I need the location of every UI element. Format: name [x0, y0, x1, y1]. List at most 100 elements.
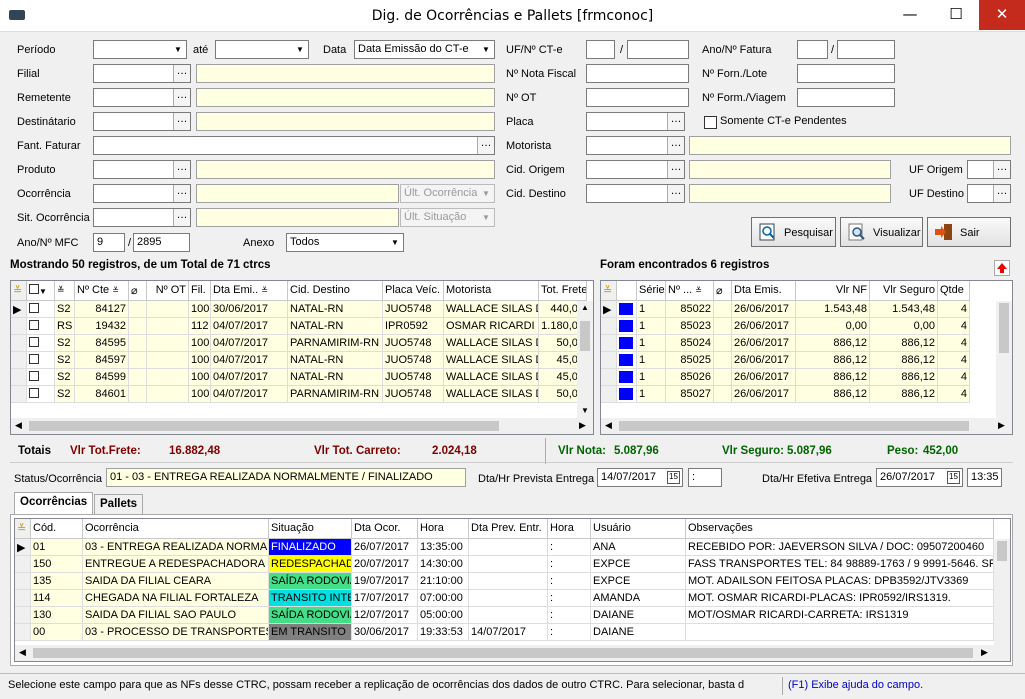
ctrc-grid[interactable]: ≚ ▼ ≚ Nº Cte ≚ ⌀ Nº OT Fil. Dta Emi.. ≚ … — [10, 280, 594, 435]
chevron-down-icon[interactable]: ▼ — [292, 41, 308, 58]
col-dta-prev[interactable]: Dta Prev. Entr. — [469, 519, 548, 539]
nota-fiscal-input[interactable] — [586, 64, 689, 83]
uf-origem-input[interactable]: … — [967, 160, 1011, 179]
col-dta-ocor[interactable]: Dta Ocor. — [352, 519, 418, 539]
scroll-left-icon[interactable]: ◀ — [605, 420, 612, 431]
row-checkbox[interactable] — [27, 386, 55, 403]
produto-code-input[interactable]: … — [93, 160, 191, 179]
ocorrencias-grid[interactable]: ≚ Cód. Ocorrência Situação Dta Ocor. Hor… — [14, 518, 1011, 662]
scroll-right-icon[interactable]: ▶ — [981, 647, 988, 658]
motorista-code-input[interactable]: … — [586, 136, 685, 155]
tab-pallets[interactable]: Pallets — [94, 494, 144, 514]
col-num[interactable]: Nº ... ≚ — [666, 281, 714, 301]
col-dta-emi[interactable]: Dta Emi.. ≚ — [211, 281, 288, 301]
ellipsis-icon[interactable]: … — [993, 185, 1010, 202]
ellipsis-icon[interactable]: … — [173, 161, 190, 178]
scroll-thumb[interactable] — [580, 321, 590, 351]
ot-input[interactable] — [586, 88, 689, 107]
uf-destino-input[interactable]: … — [967, 184, 1011, 203]
prevista-time-input[interactable]: : — [688, 468, 722, 487]
col-clip[interactable]: ⌀ — [714, 281, 732, 301]
calendar-icon[interactable]: 15 — [667, 471, 680, 484]
scroll-right-icon[interactable]: ▶ — [998, 420, 1005, 431]
col-motorista[interactable]: Motorista — [444, 281, 539, 301]
col-qtde[interactable]: Qtde — [938, 281, 970, 301]
right-grid-vscrollbar[interactable] — [996, 301, 1012, 418]
cte-pendentes-checkbox[interactable] — [704, 116, 717, 129]
chevron-down-icon[interactable]: ▼ — [478, 41, 494, 58]
fatura-num-input[interactable] — [837, 40, 895, 59]
ano-fatura-input[interactable] — [797, 40, 828, 59]
placa-input[interactable]: … — [586, 112, 685, 131]
row-checkbox[interactable] — [27, 318, 55, 335]
fant-faturar-input[interactable]: … — [93, 136, 495, 155]
scroll-down-icon[interactable]: ▼ — [581, 406, 589, 415]
ano-mfc-input[interactable]: 9 — [93, 233, 125, 252]
scroll-left-icon[interactable]: ◀ — [19, 647, 26, 658]
ellipsis-icon[interactable]: … — [667, 185, 684, 202]
collapse-up-button[interactable] — [994, 260, 1010, 276]
scroll-thumb[interactable] — [999, 303, 1009, 353]
grid-menu-icon[interactable]: ≚ — [601, 281, 617, 301]
forn-viagem-input[interactable] — [797, 88, 895, 107]
calendar-icon[interactable]: 15 — [947, 471, 960, 484]
col-placa[interactable]: Placa Veíc. — [383, 281, 444, 301]
data-type-combo[interactable]: Data Emissão do CT-e ▼ — [354, 40, 495, 59]
col-cid-destino[interactable]: Cid. Destino — [288, 281, 383, 301]
select-all-checkbox-header[interactable]: ▼ — [27, 281, 55, 301]
chevron-down-icon[interactable]: ▼ — [478, 209, 494, 226]
scroll-left-icon[interactable]: ◀ — [15, 420, 22, 431]
prevista-date-input[interactable]: 14/07/2017 15 — [597, 468, 683, 487]
col-clip[interactable]: ⌀ — [129, 281, 147, 301]
chevron-down-icon[interactable]: ▼ — [170, 41, 186, 58]
hscroll-thumb[interactable] — [619, 421, 969, 431]
ult-ocorrencia-combo[interactable]: Últ. Ocorrência ▼ — [400, 184, 495, 203]
ellipsis-icon[interactable]: … — [173, 113, 190, 130]
ellipsis-icon[interactable]: … — [993, 161, 1010, 178]
col-color[interactable] — [617, 281, 637, 301]
ellipsis-icon[interactable]: … — [173, 65, 190, 82]
occ-grid-vscrollbar[interactable] — [994, 539, 1010, 645]
mfc-num-input[interactable]: 2895 — [133, 233, 190, 252]
minimize-button[interactable]: — — [887, 0, 933, 30]
efetiva-date-input[interactable]: 26/07/2017 15 — [876, 468, 963, 487]
cte-num-input[interactable] — [627, 40, 689, 59]
destinatario-code-input[interactable]: … — [93, 112, 191, 131]
right-grid-hscrollbar[interactable]: ◀ ▶ — [601, 418, 1012, 434]
col-hora[interactable]: Hora — [418, 519, 469, 539]
ellipsis-icon[interactable]: … — [667, 113, 684, 130]
col-situacao[interactable]: Situação — [269, 519, 352, 539]
grid-menu-icon[interactable]: ≚ — [11, 281, 27, 301]
close-button[interactable]: ✕ — [979, 0, 1025, 30]
left-grid-vscrollbar[interactable]: ▲ ▼ — [577, 301, 593, 418]
nf-grid[interactable]: ≚ Série Nº ... ≚ ⌀ Dta Emis. Vlr NF Vlr … — [600, 280, 1013, 435]
uf-cte-input[interactable] — [586, 40, 615, 59]
remetente-code-input[interactable]: … — [93, 88, 191, 107]
col-cod[interactable]: Cód. — [31, 519, 83, 539]
periodo-start-combo[interactable]: ▼ — [93, 40, 187, 59]
row-checkbox[interactable] — [27, 301, 55, 318]
chevron-down-icon[interactable]: ▼ — [478, 185, 494, 202]
ocorrencia-code-input[interactable]: … — [93, 184, 191, 203]
scroll-right-icon[interactable]: ▶ — [579, 420, 586, 431]
ult-situacao-combo[interactable]: Últ. Situação ▼ — [400, 208, 495, 227]
col-hora-prev[interactable]: Hora — [548, 519, 591, 539]
efetiva-time-input[interactable]: 13:35 — [967, 468, 1002, 487]
anexo-combo[interactable]: Todos ▼ — [286, 233, 404, 252]
row-checkbox[interactable] — [27, 369, 55, 386]
tab-ocorrencias[interactable]: Ocorrências — [14, 492, 94, 515]
sit-ocorrencia-code-input[interactable]: … — [93, 208, 191, 227]
hscroll-thumb[interactable] — [29, 421, 499, 431]
col-serie[interactable]: Série — [637, 281, 666, 301]
occ-grid-hscrollbar[interactable]: ◀ ▶ — [15, 645, 1010, 661]
scroll-thumb[interactable] — [997, 541, 1007, 561]
row-checkbox[interactable] — [27, 335, 55, 352]
filial-code-input[interactable]: … — [93, 64, 191, 83]
col-fil[interactable]: Fil. — [189, 281, 211, 301]
ellipsis-icon[interactable]: … — [173, 185, 190, 202]
ellipsis-icon[interactable]: … — [477, 137, 494, 154]
col-dta-emis[interactable]: Dta Emis. — [732, 281, 796, 301]
col-vlr-nf[interactable]: Vlr NF — [796, 281, 870, 301]
forn-lote-input[interactable] — [797, 64, 895, 83]
scroll-up-icon[interactable]: ▲ — [581, 303, 589, 312]
